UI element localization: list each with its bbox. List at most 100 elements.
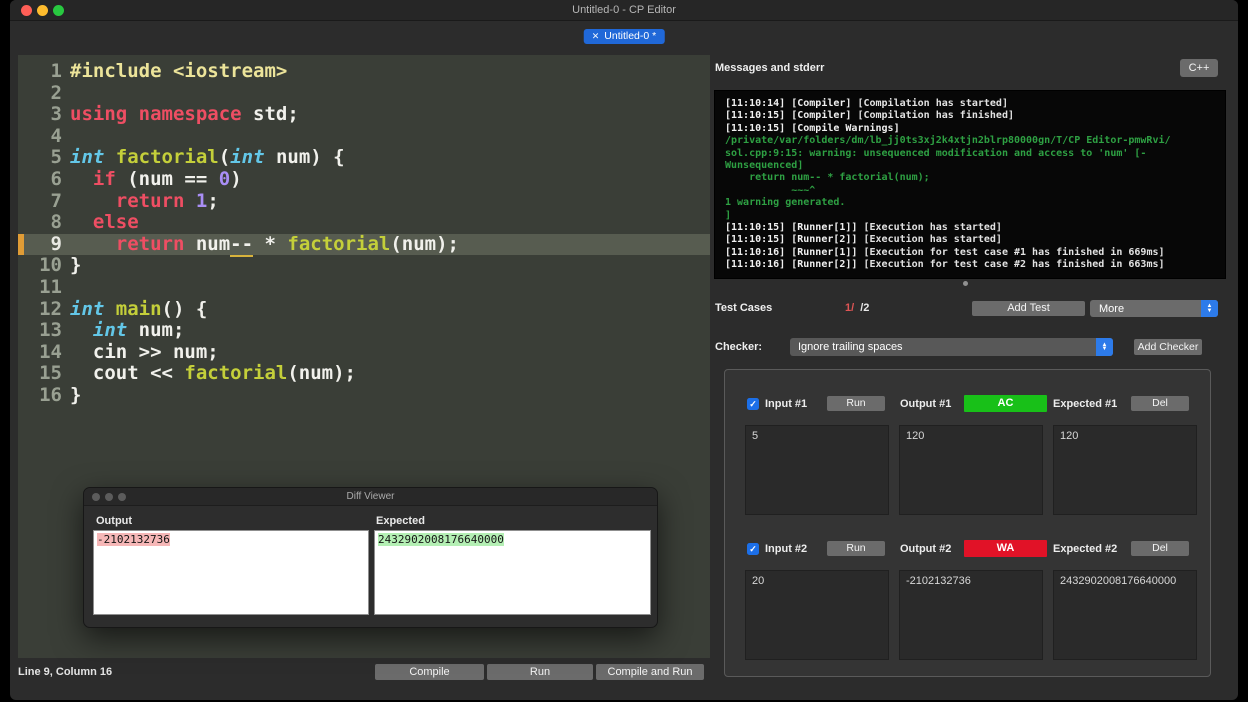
add-checker-button[interactable]: Add Checker <box>1134 339 1202 355</box>
console-line: [11:10:15] [Compiler] [Compilation has f… <box>725 110 1014 122</box>
close-window-icon[interactable] <box>21 5 32 16</box>
run-testcase-1-button[interactable]: Run <box>827 396 885 411</box>
code-line[interactable]: 2 <box>18 81 710 105</box>
testcase-summary: 1//2 <box>845 302 870 314</box>
console-line: [11:10:15] [Runner[2]] [Execution has st… <box>725 234 1002 246</box>
line-number: 15 <box>39 362 62 385</box>
tab-label: Untitled-0 * <box>604 30 657 42</box>
add-test-button[interactable]: Add Test <box>972 301 1085 316</box>
more-dropdown-label: More <box>1099 302 1125 315</box>
code-line[interactable]: 10} <box>18 255 710 277</box>
line-number: 14 <box>39 340 62 363</box>
tab-close-icon[interactable]: ✕ <box>592 29 600 44</box>
test-cases-panel: ✓ Input #1 Run Output #1 AC Expected #1 … <box>724 369 1211 677</box>
line-number: 9 <box>50 232 62 255</box>
diff-viewer-window[interactable]: Diff Viewer Output Expected -2102132736 … <box>83 487 658 628</box>
output-1-textarea[interactable]: 120 <box>899 425 1043 515</box>
checker-label: Checker: <box>715 341 763 353</box>
line-number: 16 <box>39 383 62 406</box>
console-line: 1 warning generated. <box>725 197 846 209</box>
line-number: 4 <box>50 124 62 147</box>
diff-removed-text: -2102132736 <box>97 533 170 546</box>
code-line[interactable]: 16} <box>18 383 710 407</box>
code-line[interactable]: 1 #include <iostream> <box>18 60 710 83</box>
diff-expected-label: Expected <box>376 515 425 527</box>
code-line[interactable]: 7 return 1; <box>18 190 710 213</box>
diff-zoom-icon[interactable] <box>118 493 126 501</box>
line-number: 1 <box>50 60 62 82</box>
window-controls <box>21 5 64 16</box>
delete-testcase-2-button[interactable]: Del <box>1131 541 1189 556</box>
expected-2-textarea[interactable]: 2432902008176640000 <box>1053 570 1197 660</box>
screen: Untitled-0 - CP Editor ✕ Untitled-0 * 1 #… <box>0 0 1248 702</box>
line-number: 5 <box>50 146 62 169</box>
console-line: [11:10:15] [Compile Warnings] <box>725 122 906 134</box>
console-line: return num-- * factorial(num); <box>725 172 930 184</box>
testcase-1-checkbox[interactable]: ✓ <box>747 398 759 410</box>
testcase-2-checkbox[interactable]: ✓ <box>747 543 759 555</box>
diff-viewer-titlebar[interactable]: Diff Viewer <box>84 488 657 506</box>
console-line: ~~~^ <box>725 184 816 196</box>
code-line[interactable]: 6 if (num == 0) <box>18 167 710 191</box>
input-2-textarea[interactable]: 20 <box>745 570 889 660</box>
compile-button[interactable]: Compile <box>375 664 484 680</box>
console-line: [11:10:15] [Runner[1]] [Execution has st… <box>725 222 1002 234</box>
diff-minimize-icon[interactable] <box>105 493 113 501</box>
verdict-1-badge: AC <box>964 395 1047 412</box>
line-number: 11 <box>39 275 62 298</box>
diff-viewer-title: Diff Viewer <box>346 491 395 502</box>
run-testcase-2-button[interactable]: Run <box>827 541 885 556</box>
checker-selected-option: Ignore trailing spaces <box>798 341 903 353</box>
code-line[interactable]: 13 int num; <box>18 319 710 342</box>
console-line: sol.cpp:9:15: warning: unsequenced modif… <box>725 147 1147 159</box>
console-line: /private/var/folders/dm/lb_jj0ts3xj2k4xt… <box>725 135 1171 147</box>
cursor-position-status: Line 9, Column 16 <box>18 666 113 678</box>
minimize-window-icon[interactable] <box>37 5 48 16</box>
line-number: 10 <box>39 254 62 277</box>
output-2-label: Output #2 <box>900 543 952 555</box>
verdict-2-badge: WA <box>964 540 1047 557</box>
diff-expected-pane: 2432902008176640000 <box>374 530 651 615</box>
code-line[interactable]: 5 int factorial(int num) { <box>18 147 710 169</box>
window-title: Untitled-0 - CP Editor <box>572 4 676 16</box>
console-output[interactable]: [11:10:14] [Compiler] [Compilation has s… <box>714 90 1226 279</box>
line-number: 3 <box>50 103 62 126</box>
expected-1-label: Expected #1 <box>1053 398 1118 410</box>
line-number: 12 <box>39 297 62 320</box>
code-line[interactable]: 11 <box>18 275 710 299</box>
console-line: Wunsequenced] <box>725 160 804 172</box>
code-line[interactable]: 3 using namespace std; <box>18 103 710 126</box>
title-bar[interactable]: Untitled-0 - CP Editor <box>10 0 1238 21</box>
line-number: 6 <box>50 167 62 190</box>
code-lines: 1 #include <iostream> 2 3 using namespace st… <box>18 60 710 407</box>
test-cases-label: Test Cases <box>715 302 773 314</box>
code-line[interactable]: 14 cin >> num; <box>18 340 710 364</box>
dropdown-arrows-icon: ▲ ▼ <box>1201 300 1218 317</box>
diff-output-label: Output <box>96 515 133 527</box>
line-number: 13 <box>39 319 62 342</box>
output-2-textarea[interactable]: -2102132736 <box>899 570 1043 660</box>
console-line: [11:10:14] [Compiler] [Compilation has s… <box>725 98 1008 109</box>
zoom-window-icon[interactable] <box>53 5 64 16</box>
diff-window-controls <box>92 493 126 501</box>
language-button[interactable]: C++ <box>1180 59 1218 77</box>
code-line[interactable]: 8 else <box>18 211 710 234</box>
run-button[interactable]: Run <box>487 664 593 680</box>
tab-untitled-0[interactable]: ✕ Untitled-0 * <box>583 29 665 44</box>
code-line[interactable]: 9 return num-- * factorial(num); <box>18 232 710 257</box>
checker-select[interactable]: Ignore trailing spaces ▲ ▼ <box>790 338 1113 356</box>
code-line[interactable]: 4 <box>18 124 710 148</box>
compile-and-run-button[interactable]: Compile and Run <box>596 664 704 680</box>
code-line[interactable]: 15 cout << factorial(num); <box>18 363 710 385</box>
more-dropdown[interactable]: More ▲ ▼ <box>1090 300 1218 317</box>
diff-close-icon[interactable] <box>92 493 100 501</box>
line-number: 2 <box>50 81 62 104</box>
code-line[interactable]: 12 int main() { <box>18 297 710 321</box>
delete-testcase-1-button[interactable]: Del <box>1131 396 1189 411</box>
expected-1-textarea[interactable]: 120 <box>1053 425 1197 515</box>
scroll-indicator-dot <box>963 281 968 286</box>
input-1-textarea[interactable]: 5 <box>745 425 889 515</box>
messages-title: Messages and stderr <box>715 62 825 74</box>
line-number: 8 <box>50 211 62 234</box>
expected-2-label: Expected #2 <box>1053 543 1118 555</box>
